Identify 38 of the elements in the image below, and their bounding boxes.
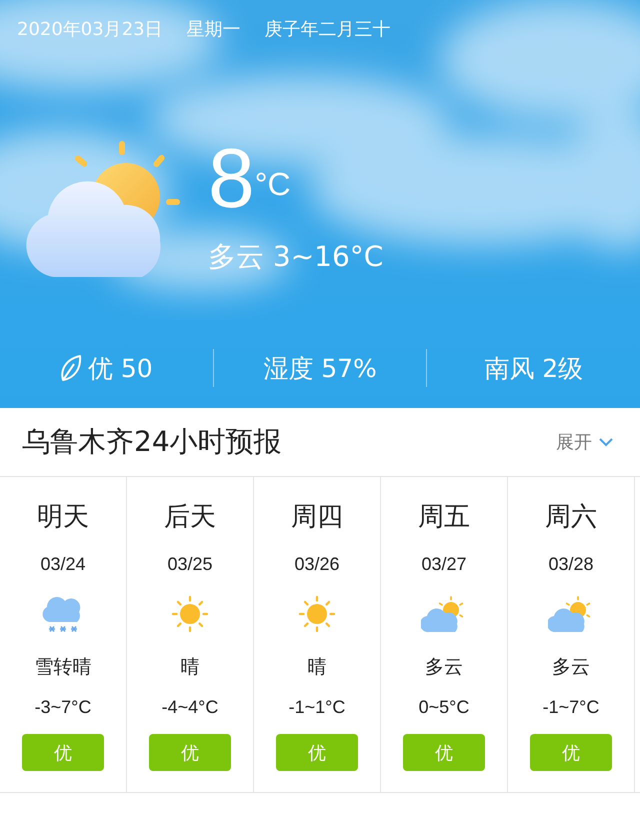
forecast-date: 03/25 bbox=[167, 554, 213, 575]
weekday-text: 星期一 bbox=[186, 18, 241, 41]
day-name: 明天 bbox=[37, 501, 89, 534]
day-name: 后天 bbox=[164, 501, 216, 534]
weather-condition: 晴 bbox=[180, 655, 200, 680]
air-quality-badge: 优 bbox=[530, 734, 612, 771]
chevron-icon bbox=[598, 437, 614, 447]
day-name: 周四 bbox=[291, 501, 343, 534]
air-quality-badge: 优 bbox=[22, 734, 104, 771]
air-quality-badge: 优 bbox=[403, 734, 485, 771]
temperature-range: -1~7°C bbox=[542, 697, 600, 718]
air-quality-badge: 优 bbox=[149, 734, 231, 771]
lunar-date-text: 庚子年二月三十 bbox=[264, 18, 391, 41]
weather-condition: 多云 bbox=[552, 655, 590, 680]
weather-condition: 多云 bbox=[425, 655, 463, 680]
forecast-date: 03/27 bbox=[421, 554, 467, 575]
weather-stat-text: 湿度 57% bbox=[263, 352, 377, 384]
temperature-range: -4~4°C bbox=[162, 697, 218, 718]
weather-summary: 多云 3~16°C bbox=[208, 239, 384, 275]
weather-stat-text: 南风 2级 bbox=[484, 352, 584, 384]
temperature-range: 0~5°C bbox=[418, 697, 470, 718]
temperature-unit: °C bbox=[254, 166, 291, 203]
date-text: 2020年03月23日 bbox=[17, 18, 163, 41]
air-quality-badge: 优 bbox=[276, 734, 358, 771]
air-quality-text: 优 50 bbox=[88, 352, 153, 384]
expand-button[interactable]: 展开 bbox=[556, 430, 614, 454]
section-title: 乌鲁木齐24小时预报 bbox=[22, 424, 282, 460]
temperature-range: -3~7°C bbox=[34, 697, 92, 718]
forecast-date: 03/28 bbox=[548, 554, 594, 575]
forecast-date: 03/26 bbox=[294, 554, 340, 575]
weather-condition: 晴 bbox=[308, 655, 326, 680]
current-temperature: 8 bbox=[208, 136, 255, 220]
leaf-icon bbox=[60, 354, 82, 382]
day-name: 周六 bbox=[545, 501, 597, 534]
weather-condition: 雪转晴 bbox=[34, 655, 92, 680]
forecast-date: 03/24 bbox=[40, 554, 86, 575]
temperature-range: -1~1°C bbox=[288, 697, 346, 718]
day-name: 周五 bbox=[418, 501, 470, 534]
